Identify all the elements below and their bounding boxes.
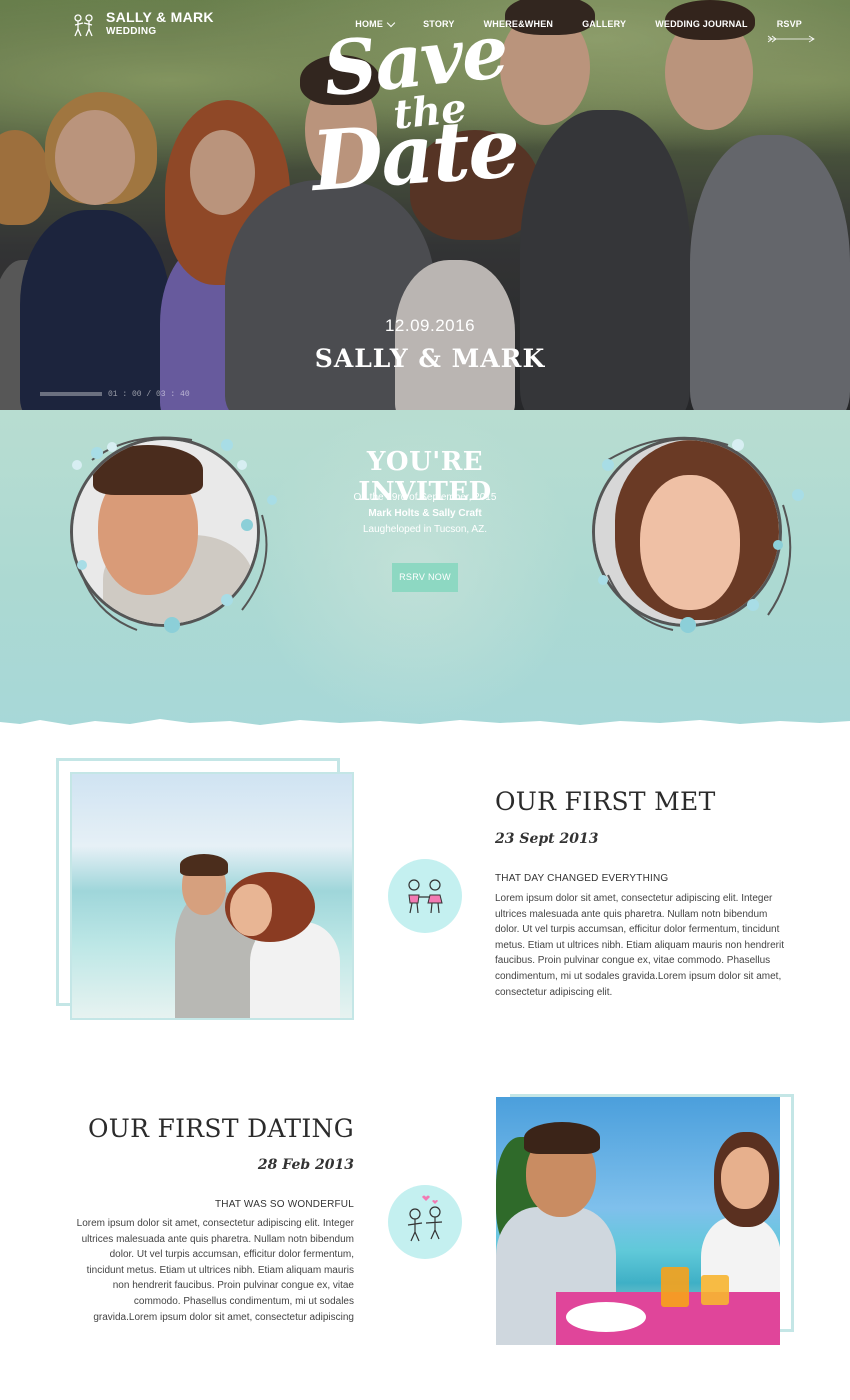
- bride-floral-wreath: [598, 436, 804, 633]
- video-time: 01 : 00 / 03 : 40: [108, 389, 190, 399]
- story-body-first-met: Lorem ipsum dolor sit amet, consectetur …: [495, 893, 785, 998]
- rsvp-now-button[interactable]: RSRV NOW: [392, 563, 458, 592]
- brand-title: SALLY & MARK: [106, 9, 214, 25]
- couple-with-hearts-icon: [407, 1195, 443, 1242]
- story-subtitle-first-met: THAT DAY CHANGED EVERYTHING: [495, 873, 669, 884]
- video-track[interactable]: [40, 392, 102, 396]
- story-title-first-met: OUR FIRST MET: [495, 787, 716, 816]
- hero-section: SALLY & MARK WEDDING HOME STORY WHERE&WH…: [0, 0, 850, 410]
- first-dating-badge: [388, 1185, 462, 1259]
- save-the-date-title: Save the Date: [308, 8, 522, 210]
- nav-wedding-journal[interactable]: WEDDING JOURNAL: [655, 19, 748, 29]
- torn-paper-edge: [0, 719, 850, 738]
- couple-holding-hands-icon: [408, 879, 443, 914]
- story-body-first-dating: Lorem ipsum dolor sit amet, consectetur …: [76, 1218, 354, 1323]
- groom-floral-wreath: [72, 436, 277, 633]
- photo-frame-inner: [70, 772, 354, 1020]
- story-title-first-dating: OUR FIRST DATING: [87, 1114, 354, 1143]
- brand-subtitle: WEDDING: [106, 26, 157, 37]
- arrow-decoration-icon: [767, 35, 815, 43]
- brand-logo[interactable]: SALLY & MARK WEDDING: [70, 9, 214, 39]
- couple-names: SALLY & MARK: [314, 344, 546, 373]
- invitation-date-line: On the 19rd of September, 2015: [353, 492, 497, 503]
- invitation-place-line: Laugheloped in Tucson, AZ.: [363, 524, 487, 535]
- story-date-first-met: 23 Sept 2013: [495, 831, 599, 847]
- story-subtitle-first-dating: THAT WAS SO WONDERFUL: [214, 1199, 354, 1210]
- invitation-names-line: Mark Holts & Sally Craft: [368, 508, 482, 519]
- first-dating-photo: [496, 1097, 780, 1345]
- wedding-date: 12.09.2016: [384, 316, 476, 335]
- first-met-badge: [388, 859, 462, 933]
- video-progress-bar[interactable]: 01 : 00 / 03 : 40: [40, 389, 210, 399]
- nav-rsvp[interactable]: RSVP: [777, 19, 802, 29]
- story-date-first-dating: 28 Feb 2013: [257, 1157, 354, 1173]
- couple-logo-icon: [74, 14, 93, 37]
- nav-gallery[interactable]: GALLERY: [582, 19, 626, 29]
